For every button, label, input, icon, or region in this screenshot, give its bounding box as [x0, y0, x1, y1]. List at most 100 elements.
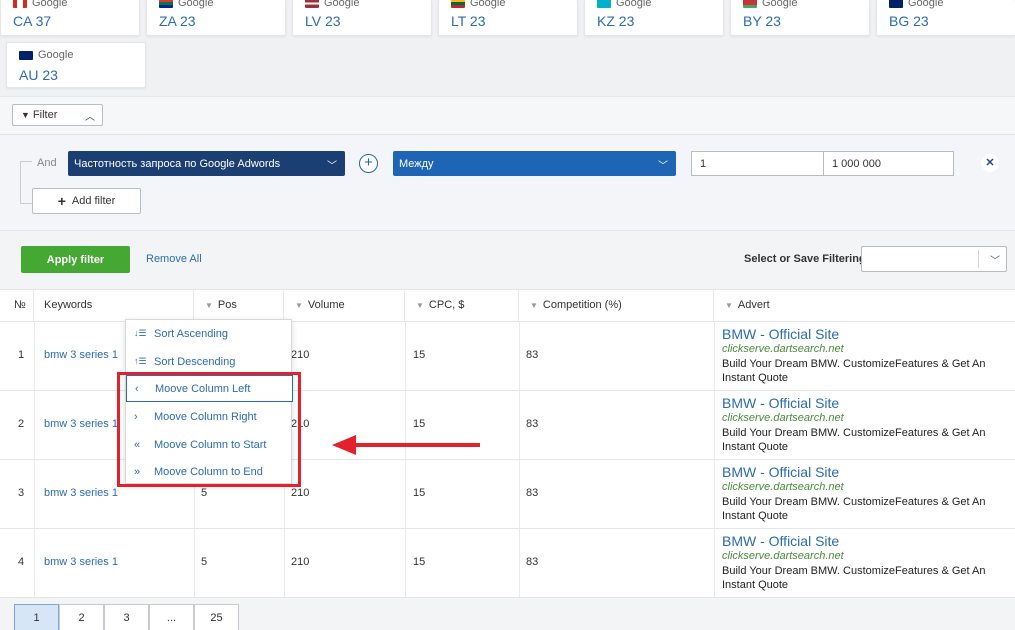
- filter-field-select[interactable]: Частотность запроса по Google Adwords ﹀: [68, 151, 345, 176]
- region-card[interactable]: Google BG 23: [876, 0, 1015, 36]
- filter-from-value: 1: [700, 157, 707, 170]
- column-divider: [519, 321, 520, 597]
- region-source: Google: [616, 0, 652, 9]
- region-code: LV 23: [305, 13, 341, 29]
- menu-item-sort-ascending[interactable]: ↓☰ Sort Ascending: [126, 320, 293, 347]
- advert-title-link[interactable]: BMW - Official Site: [722, 395, 839, 411]
- remove-condition-close-icon[interactable]: ✕: [981, 154, 999, 172]
- row-number: 3: [18, 486, 25, 499]
- row-divider: [0, 289, 1015, 290]
- page-button[interactable]: 25: [194, 604, 239, 630]
- region-code: ZA 23: [159, 13, 196, 29]
- filter-group-bracket: [20, 161, 32, 204]
- advert-url: clickserve.dartsearch.net: [722, 550, 844, 562]
- region-card[interactable]: Google LT 23: [438, 0, 578, 36]
- header-label: CPC, $: [428, 299, 465, 311]
- flag-kz-icon: [597, 0, 611, 8]
- annotation-arrow: [332, 435, 480, 455]
- row-divider: [0, 528, 1015, 529]
- sort-ascending-icon: ↓☰: [134, 328, 147, 338]
- region-code: KZ 23: [597, 13, 635, 29]
- column-header-advert[interactable]: ▼ Advert: [714, 289, 1015, 321]
- region-source: Google: [324, 0, 360, 9]
- caret-down-icon: ▼: [725, 300, 733, 310]
- caret-down-icon: ▼: [295, 300, 303, 310]
- advert-title-link[interactable]: BMW - Official Site: [722, 326, 839, 342]
- region-card[interactable]: Google BY 23: [730, 0, 870, 36]
- caret-down-icon: ▼: [205, 300, 213, 310]
- header-label: Volume: [307, 299, 345, 311]
- column-divider: [34, 321, 35, 597]
- filter-to-input[interactable]: 1 000 000: [823, 151, 954, 176]
- region-card[interactable]: Google KZ 23: [584, 0, 724, 36]
- advert-title-link[interactable]: BMW - Official Site: [722, 533, 839, 549]
- filter-field-value: Частотность запроса по Google Adwords: [74, 157, 281, 170]
- competition-value: 83: [526, 417, 539, 430]
- column-divider: [714, 321, 715, 597]
- region-source: Google: [32, 0, 68, 9]
- region-source: Google: [178, 0, 214, 9]
- add-condition-plus-icon[interactable]: +: [359, 154, 378, 173]
- filter-operator-select[interactable]: Между ﹀: [393, 151, 676, 176]
- region-source: Google: [762, 0, 798, 9]
- cpc-value: 15: [413, 417, 426, 430]
- plus-icon: +: [57, 193, 66, 209]
- column-header-volume[interactable]: ▼ Volume: [284, 289, 405, 321]
- advert-title-link[interactable]: BMW - Official Site: [722, 464, 839, 480]
- flag-gb-icon: [889, 0, 903, 8]
- save-filtering-select[interactable]: ﹀: [861, 246, 1007, 272]
- flag-lv-icon: [305, 0, 319, 8]
- add-filter-button[interactable]: + Add filter: [32, 188, 141, 214]
- sort-descending-icon: ↑☰: [134, 356, 147, 366]
- chevron-down-icon: ﹀: [327, 161, 337, 172]
- cpc-value: 15: [413, 486, 426, 499]
- region-card[interactable]: Google CA 37: [0, 0, 140, 36]
- page-button[interactable]: 2: [59, 604, 104, 630]
- filter-to-value: 1 000 000: [832, 157, 881, 170]
- and-label: And: [35, 157, 59, 169]
- region-card[interactable]: Google ZA 23: [146, 0, 286, 36]
- column-header-keywords[interactable]: Keywords: [34, 289, 194, 321]
- chevron-up-icon: ︿: [85, 112, 95, 123]
- save-filtering-label: Select or Save Filtering:: [744, 253, 870, 265]
- region-source: Google: [908, 0, 944, 9]
- competition-value: 83: [526, 348, 539, 361]
- page-button[interactable]: 1: [14, 604, 59, 630]
- apply-filter-button[interactable]: Apply filter: [21, 246, 130, 273]
- menu-item-label: Sort Descending: [154, 355, 236, 368]
- remove-all-link[interactable]: Remove All: [146, 253, 202, 265]
- column-header-cpc[interactable]: ▼ CPC, $: [405, 289, 519, 321]
- region-card[interactable]: Google LV 23: [292, 0, 432, 36]
- filter-from-input[interactable]: 1: [691, 151, 824, 176]
- header-label: №: [14, 299, 26, 311]
- filter-toggle-button[interactable]: ▼ Filter ︿: [12, 104, 103, 126]
- page-button[interactable]: 3: [104, 604, 149, 630]
- keyword-link[interactable]: bmw 3 series 1: [44, 418, 118, 430]
- flag-au-icon: [19, 50, 33, 60]
- arrow-head: [332, 435, 356, 455]
- row-number: 2: [18, 417, 25, 430]
- keyword-link[interactable]: bmw 3 series 1: [44, 349, 118, 361]
- menu-item-sort-descending[interactable]: ↑☰ Sort Descending: [126, 348, 293, 375]
- header-label: Keywords: [44, 299, 93, 311]
- add-filter-label: Add filter: [71, 195, 116, 207]
- volume-value: 210: [291, 555, 310, 568]
- keyword-link[interactable]: bmw 3 series 1: [44, 556, 118, 568]
- filter-toolbar: [0, 96, 1015, 134]
- region-code: BY 23: [743, 13, 781, 29]
- header-label: Advert: [737, 299, 770, 311]
- region-source: Google: [38, 49, 74, 61]
- region-card[interactable]: Google AU 23: [6, 42, 146, 88]
- pos-value: 5: [201, 555, 208, 568]
- filter-icon: ▼: [21, 110, 30, 120]
- header-label: Competition (%): [542, 299, 622, 311]
- caret-down-icon: ▼: [416, 300, 424, 310]
- chevron-down-icon: ﹀: [990, 256, 1000, 267]
- column-header-pos[interactable]: ▼ Pos: [194, 289, 284, 321]
- column-header-competition[interactable]: ▼ Competition (%): [519, 289, 714, 321]
- keyword-link[interactable]: bmw 3 series 1: [44, 487, 118, 499]
- flag-ca-icon: [13, 0, 27, 8]
- page-button[interactable]: ...: [149, 604, 194, 630]
- advert-url: clickserve.dartsearch.net: [722, 343, 844, 355]
- advert-description: Build Your Dream BMW. CustomizeFeatures …: [722, 496, 986, 522]
